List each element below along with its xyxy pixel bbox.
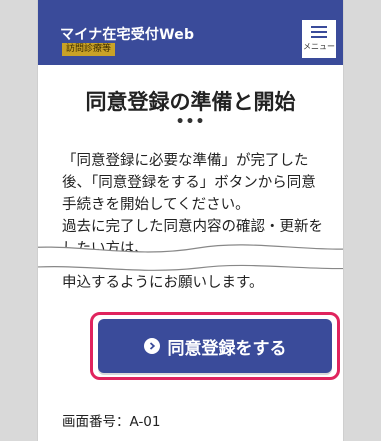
chevron-right-circle-icon — [143, 338, 160, 354]
instructions-text-tail: 申込するようにお願いします。 — [62, 275, 264, 291]
category-badge: 訪問診療等 — [62, 43, 116, 56]
page-title: 同意登録の準備と開始 — [85, 90, 296, 114]
menu-label: メニュー — [303, 42, 335, 51]
hamburger-icon — [311, 26, 327, 38]
phone-screen: マイナ在宅受付Web 訪問診療等 メニュー 同意登録の準備と開始 ••• 「同意… — [38, 0, 343, 441]
screen-number: 画面番号：A-01 — [62, 414, 161, 430]
ellipsis-icon: ••• — [175, 114, 206, 130]
page-tear-overlay — [38, 244, 343, 271]
consent-register-label: 同意登録をする — [167, 338, 287, 358]
consent-register-button[interactable]: 同意登録をする — [98, 319, 332, 373]
app-title: マイナ在宅受付Web — [60, 27, 195, 43]
app-header: マイナ在宅受付Web 訪問診療等 メニュー — [38, 0, 343, 65]
menu-button[interactable]: メニュー — [302, 20, 336, 58]
